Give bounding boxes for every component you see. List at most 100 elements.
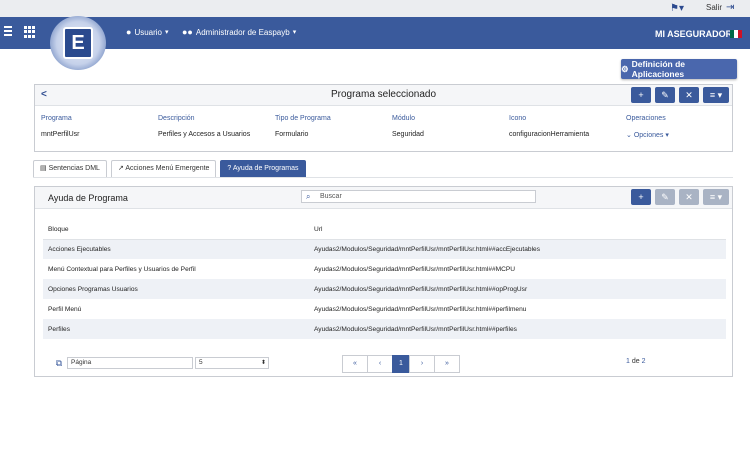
help-table: Bloque Url Acciones Ejecutables Ayudas2/…	[43, 220, 726, 339]
program-help-panel: Ayuda de Programa ⌕ Buscar + ✎ ✕ ≡ ▾ Blo…	[34, 186, 733, 377]
cell-url: Ayudas2/Modulos/Seguridad/mntPerfilUsr/m…	[314, 305, 527, 313]
table-row[interactable]: Perfiles Ayudas2/Modulos/Seguridad/mntPe…	[43, 319, 726, 339]
table-row[interactable]: Acciones Ejecutables Ayudas2/Modulos/Seg…	[43, 239, 726, 259]
chevron-down-icon: ▾	[292, 29, 297, 36]
page-count: 1 de 2	[626, 358, 646, 365]
search-icon: ⌕	[306, 192, 311, 201]
cell-bloque: Menú Contextual para Perfiles y Usuarios…	[48, 265, 196, 273]
current-page-button[interactable]: 1	[392, 355, 410, 373]
total-pages: 2	[641, 358, 646, 365]
cell-url: Ayudas2/Modulos/Seguridad/mntPerfilUsr/m…	[309, 239, 726, 259]
table-header-row: Bloque Url	[43, 220, 726, 240]
cell-bloque: Acciones Ejecutables	[43, 239, 309, 259]
tab-acciones-menu[interactable]: ↗ Acciones Menú Emergente	[110, 160, 217, 177]
column-header-bloque[interactable]: Bloque	[43, 220, 309, 240]
question-icon: ?	[227, 165, 232, 172]
company-name: MI ASEGURADORA	[655, 29, 739, 39]
operations-label: Opciones	[633, 132, 664, 139]
admin-menu[interactable]: ●● Administrador de Easpayb ▾	[182, 27, 296, 37]
detail-icono: Icono configuracionHerramienta	[509, 115, 589, 138]
detail-header: Icono	[509, 115, 527, 122]
document-icon: ▤	[40, 165, 47, 172]
search-placeholder: Buscar	[320, 193, 342, 200]
detail-value: Seguridad	[392, 131, 424, 138]
panel-title: Programa seleccionado	[330, 89, 437, 100]
cell-bloque: Opciones Programas Usuarios	[43, 279, 309, 299]
detail-tipo: Tipo de Programa Formulario	[275, 115, 331, 138]
selected-program-panel: < Programa seleccionado + ✎ ✕ ≡ ▾ Progra…	[34, 84, 733, 152]
delete-button[interactable]: ✕	[679, 189, 699, 205]
detail-value: Formulario	[275, 131, 309, 138]
operations-dropdown[interactable]: ⌄ Opciones ▾	[626, 131, 669, 139]
panel-header: < Programa seleccionado + ✎ ✕ ≡ ▾	[35, 85, 732, 106]
application-definition-label: Definición de Aplicaciones	[631, 59, 685, 79]
menu-dropdown-button[interactable]: ≡ ▾	[703, 189, 729, 205]
detail-value: configuracionHerramienta	[509, 131, 590, 138]
search-input[interactable]: ⌕ Buscar	[301, 190, 536, 203]
page-navigation: « ‹ 1 › »	[342, 355, 460, 373]
page-size-select[interactable]: 5 ⬍	[195, 357, 269, 369]
detail-header: Tipo de Programa	[275, 115, 331, 122]
cell-url: Ayudas2/Modulos/Seguridad/mntPerfilUsr/m…	[309, 319, 726, 339]
of-label: de	[631, 358, 640, 365]
next-page-button[interactable]: ›	[409, 355, 435, 373]
pagination-bar: ⧉ Página 5 ⬍ « ‹ 1 › » 1 de 2	[43, 355, 726, 373]
detail-programa: Programa mntPerfilUsr	[41, 115, 80, 138]
detail-value: mntPerfilUsr	[41, 131, 80, 138]
edit-button[interactable]: ✎	[655, 189, 675, 205]
tab-label: Ayuda de Programas	[232, 165, 299, 172]
panel-toolbar: + ✎ ✕ ≡ ▾	[631, 87, 729, 103]
grid-icon[interactable]	[24, 26, 36, 38]
table-row[interactable]: Menú Contextual para Perfiles y Usuarios…	[43, 259, 726, 279]
last-page-button[interactable]: »	[434, 355, 460, 373]
tab-label: Acciones Menú Emergente	[125, 165, 210, 172]
first-page-button[interactable]: «	[342, 355, 368, 373]
page-input[interactable]: Página	[67, 357, 193, 369]
wrench-icon: ⚙	[621, 63, 629, 74]
select-arrows-icon: ⬍	[260, 360, 266, 366]
column-header-url[interactable]: Url	[309, 220, 726, 240]
tab-label: Sentencias DML	[48, 165, 100, 172]
detail-operaciones: Operaciones ⌄ Opciones ▾	[626, 115, 669, 139]
copy-icon[interactable]: ⧉	[52, 356, 66, 370]
tab-sentencias-dml[interactable]: ▤ Sentencias DML	[33, 160, 107, 177]
detail-header: Descripción	[158, 115, 195, 122]
flag-icon[interactable]: ⚑▾	[670, 3, 686, 14]
user-icon: ●	[126, 27, 132, 37]
hamburger-icon[interactable]	[4, 26, 14, 38]
main-navbar: E ● Usuario ▾ ●● Administrador de Easpay…	[0, 16, 750, 70]
add-button[interactable]: +	[631, 189, 651, 205]
detail-value: Perfiles y Accesos a Usuarios	[158, 131, 251, 138]
logout-link[interactable]: Salir	[706, 3, 722, 12]
table-row[interactable]: Opciones Programas Usuarios Ayudas2/Modu…	[43, 279, 726, 299]
page-size-value: 5	[199, 359, 203, 366]
caret-down-icon: ▾	[665, 132, 669, 139]
cell-bloque: Perfil Menú	[48, 305, 82, 313]
detail-descripcion: Descripción Perfiles y Accesos a Usuario…	[158, 115, 250, 138]
add-button[interactable]: +	[631, 87, 651, 103]
prev-page-button[interactable]: ‹	[367, 355, 393, 373]
chevron-down-icon: ⌄	[626, 132, 632, 139]
cell-bloque: Perfiles	[43, 319, 309, 339]
table-row[interactable]: Perfil Menú Ayudas2/Modulos/Seguridad/mn…	[43, 299, 726, 319]
delete-button[interactable]: ✕	[679, 87, 699, 103]
current-page-number: 1	[626, 358, 630, 365]
cursor-icon: ↗	[117, 165, 124, 172]
user-menu[interactable]: ● Usuario ▾	[126, 27, 169, 37]
top-utility-bar: ⚑▾ Salir ⇥	[0, 0, 750, 17]
application-definition-button[interactable]: ⚙ Definición de Aplicaciones	[621, 59, 737, 79]
program-details: Programa mntPerfilUsr Descripción Perfil…	[41, 115, 726, 145]
users-icon: ●●	[182, 27, 193, 37]
exit-icon[interactable]: ⇥	[726, 2, 738, 14]
app-logo[interactable]: E	[63, 27, 93, 59]
tab-bar: ▤ Sentencias DML ↗ Acciones Menú Emergen…	[33, 160, 306, 177]
user-menu-label: Usuario	[134, 27, 163, 37]
menu-dropdown-button[interactable]: ≡ ▾	[703, 87, 729, 103]
tab-ayuda-programas[interactable]: ? Ayuda de Programas	[220, 160, 306, 177]
mexico-flag-icon	[730, 30, 742, 38]
edit-button[interactable]: ✎	[655, 87, 675, 103]
cell-url: Ayudas2/Modulos/Seguridad/mntPerfilUsr/m…	[309, 279, 726, 299]
panel-title: Ayuda de Programa	[48, 193, 128, 203]
detail-header: Operaciones	[626, 115, 666, 122]
panel-toolbar: + ✎ ✕ ≡ ▾	[631, 189, 729, 205]
